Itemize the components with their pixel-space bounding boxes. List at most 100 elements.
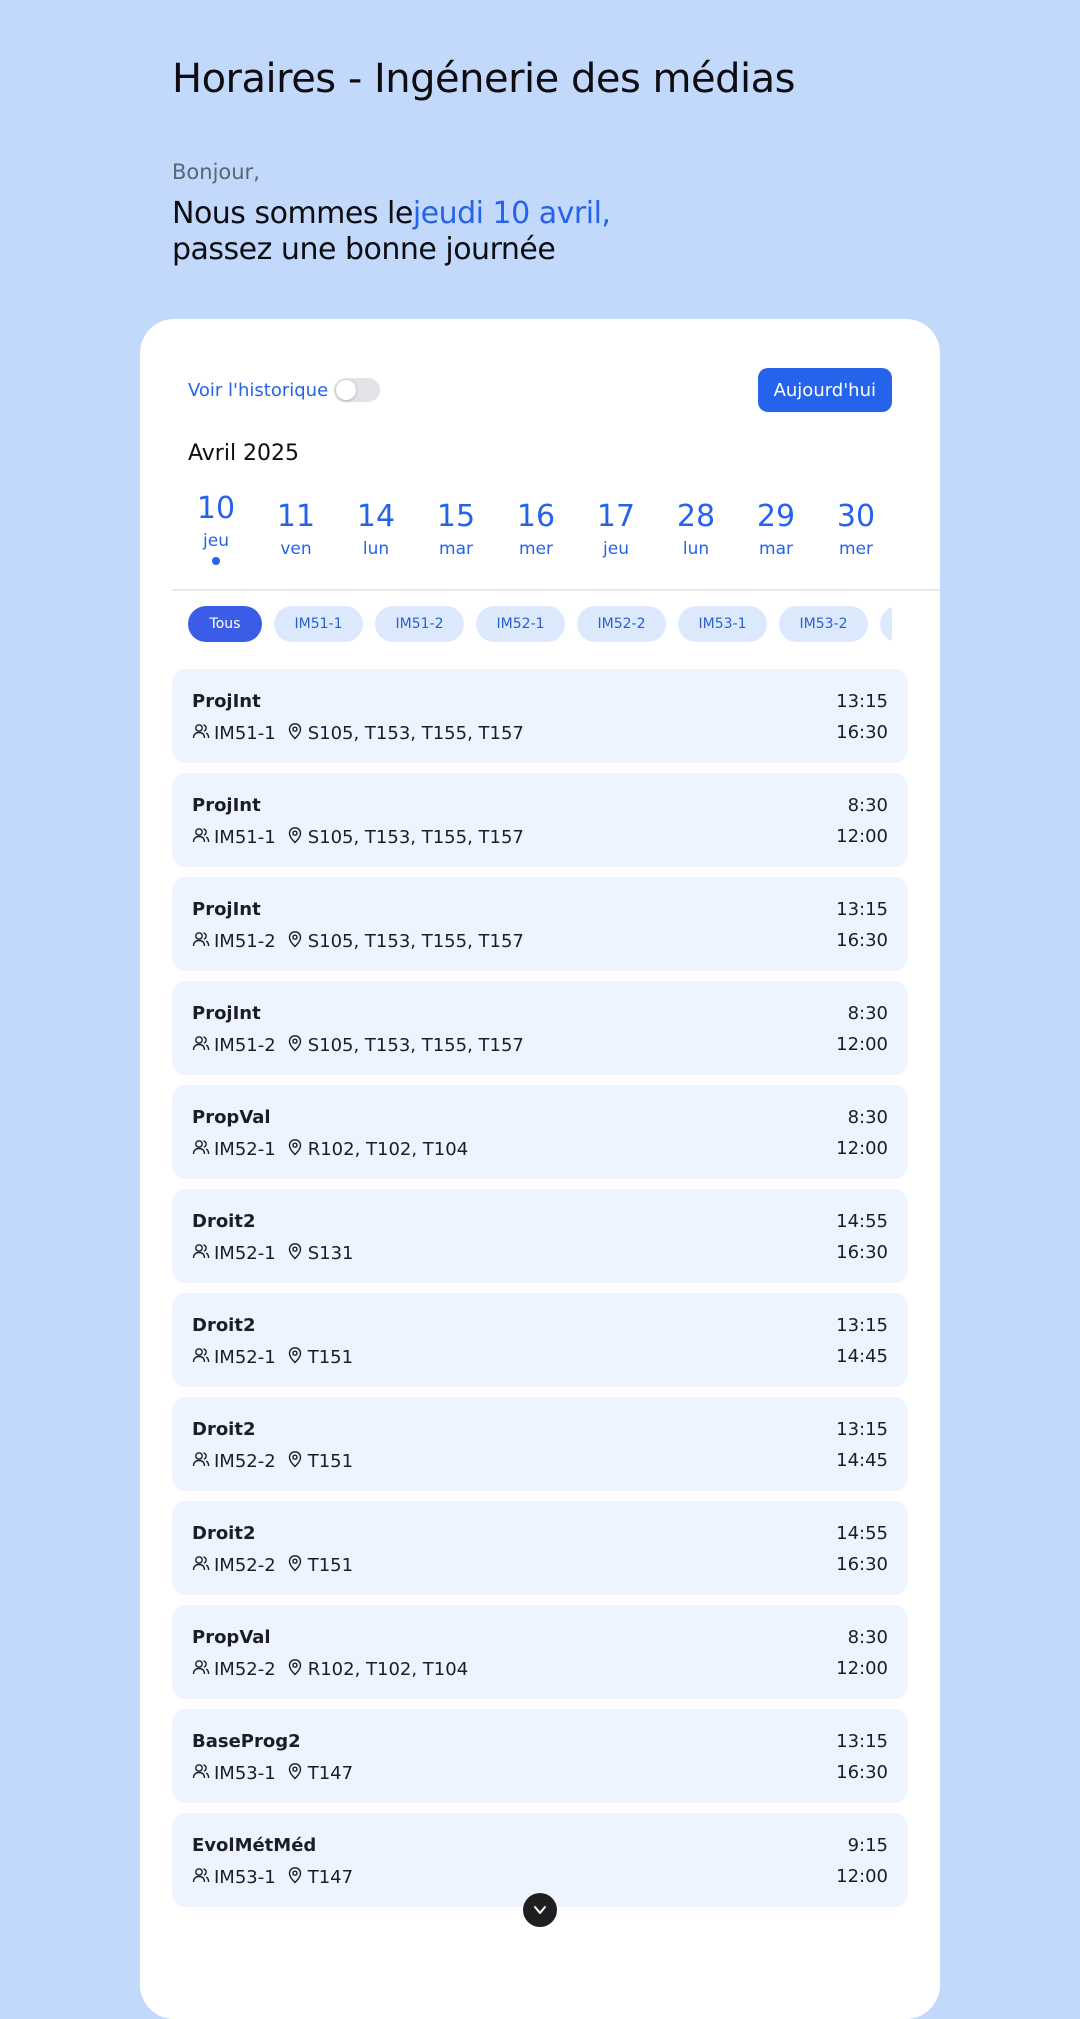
end-time: 16:30 bbox=[836, 1554, 888, 1575]
user-group-icon bbox=[192, 1034, 210, 1057]
current-date: jeudi 10 avril, bbox=[412, 196, 611, 231]
course-rooms: T151 bbox=[307, 1347, 354, 1368]
user-group-icon bbox=[192, 1554, 210, 1577]
course-group: IM52-1 bbox=[214, 1139, 276, 1160]
day-of-week: lun bbox=[682, 539, 710, 559]
greeting: Bonjour, bbox=[172, 160, 260, 184]
day-of-week: ven bbox=[280, 539, 312, 559]
filter-chip-im51-2[interactable]: IM51-2 bbox=[375, 606, 464, 642]
map-pin-icon bbox=[286, 1554, 304, 1577]
day-16[interactable]: 16 mer bbox=[496, 489, 576, 559]
end-time: 16:30 bbox=[836, 1762, 888, 1783]
course-name: BaseProg2 bbox=[192, 1731, 301, 1752]
filter-chip-im53-2[interactable]: IM53-2 bbox=[779, 606, 868, 642]
day-number: 15 bbox=[436, 499, 476, 534]
month-label: Avril 2025 bbox=[188, 441, 300, 466]
page-header: Horaires - Ingénerie des médias Bonjour,… bbox=[172, 56, 1020, 268]
day-number: 10 bbox=[196, 491, 236, 526]
event-card[interactable]: Droit2 IM52-1 S131 14:55 16:30 bbox=[172, 1189, 908, 1283]
event-card[interactable]: PropVal IM52-1 R102, T102, T104 8:30 12:00 bbox=[172, 1085, 908, 1179]
course-rooms: T147 bbox=[307, 1763, 354, 1784]
filter-chip-more[interactable] bbox=[880, 606, 892, 642]
group-filter: Tous IM51-1 IM51-2 IM52-1 IM52-2 IM53-1 IM53-2 bbox=[188, 606, 892, 642]
map-pin-icon bbox=[286, 722, 304, 745]
day-15[interactable]: 15 mar bbox=[416, 489, 496, 559]
date-suffix: passez une bonne journée bbox=[172, 232, 556, 267]
user-group-icon bbox=[192, 1242, 210, 1265]
end-time: 12:00 bbox=[836, 1658, 888, 1679]
filter-chip-im51-1[interactable]: IM51-1 bbox=[274, 606, 363, 642]
day-30[interactable]: 30 mer bbox=[816, 489, 896, 559]
start-time: 9:15 bbox=[847, 1835, 888, 1856]
course-details: IM53-1 T147 bbox=[192, 1762, 353, 1785]
day-29[interactable]: 29 mar bbox=[736, 489, 816, 559]
day-of-week: mar bbox=[439, 539, 473, 559]
end-time: 12:00 bbox=[836, 1866, 888, 1887]
user-group-icon bbox=[192, 722, 210, 745]
event-card[interactable]: PropVal IM52-2 R102, T102, T104 8:30 12:00 bbox=[172, 1605, 908, 1699]
course-rooms: S105, T153, T155, T157 bbox=[307, 931, 524, 952]
map-pin-icon bbox=[286, 826, 304, 849]
event-card[interactable]: Droit2 IM52-2 T151 14:55 16:30 bbox=[172, 1501, 908, 1595]
start-time: 14:55 bbox=[836, 1523, 888, 1544]
start-time: 8:30 bbox=[847, 1627, 888, 1648]
day-14[interactable]: 14 lun bbox=[336, 489, 416, 559]
user-group-icon bbox=[192, 1658, 210, 1681]
filter-chip-im52-1[interactable]: IM52-1 bbox=[476, 606, 565, 642]
filter-chip-im53-1[interactable]: IM53-1 bbox=[678, 606, 767, 642]
date-message: Nous sommes lejeudi 10 avril, passez une… bbox=[172, 196, 1020, 268]
today-button[interactable]: Aujourd'hui bbox=[757, 368, 892, 412]
day-of-week: jeu bbox=[203, 531, 229, 551]
course-details: IM52-2 T151 bbox=[192, 1554, 353, 1577]
course-details: IM52-1 S131 bbox=[192, 1242, 354, 1265]
toggle-knob bbox=[336, 380, 357, 400]
course-name: Droit2 bbox=[192, 1315, 256, 1336]
day-10[interactable]: 10 jeu bbox=[176, 489, 256, 565]
day-selector: 10 jeu 11 ven 14 lun 15 mar 16 mer 17 jeu 28 lun 29 mar… bbox=[172, 489, 940, 591]
day-17[interactable]: 17 jeu bbox=[576, 489, 656, 559]
end-time: 16:30 bbox=[836, 1242, 888, 1263]
history-toggle[interactable] bbox=[334, 378, 381, 402]
course-group: IM53-1 bbox=[214, 1867, 276, 1888]
map-pin-icon bbox=[286, 1866, 304, 1889]
event-card[interactable]: ProjInt IM51-1 S105, T153, T155, T157 8:30 1… bbox=[172, 773, 908, 867]
course-details: IM51-1 S105, T153, T155, T157 bbox=[192, 826, 524, 849]
map-pin-icon bbox=[286, 930, 304, 953]
course-rooms: T151 bbox=[307, 1555, 354, 1576]
user-group-icon bbox=[192, 1346, 210, 1369]
course-group: IM51-1 bbox=[214, 827, 276, 848]
start-time: 13:15 bbox=[836, 1315, 888, 1336]
map-pin-icon bbox=[286, 1658, 304, 1681]
course-rooms: T147 bbox=[307, 1867, 354, 1888]
day-of-week: mer bbox=[838, 539, 873, 559]
course-details: IM51-1 S105, T153, T155, T157 bbox=[192, 722, 524, 745]
day-number: 14 bbox=[356, 499, 396, 534]
event-card[interactable]: ProjInt IM51-1 S105, T153, T155, T157 13:15… bbox=[172, 669, 908, 763]
event-card[interactable]: Droit2 IM52-2 T151 13:15 14:45 bbox=[172, 1397, 908, 1491]
course-name: Droit2 bbox=[192, 1211, 256, 1232]
history-toggle-row[interactable]: Voir l'historique bbox=[188, 378, 381, 402]
course-details: IM53-1 T147 bbox=[192, 1866, 353, 1889]
day-28[interactable]: 28 lun bbox=[656, 489, 736, 559]
scroll-down-button[interactable] bbox=[523, 1893, 557, 1927]
day-of-week: mar bbox=[759, 539, 793, 559]
day-11[interactable]: 11 ven bbox=[256, 489, 336, 559]
event-card[interactable]: ProjInt IM51-2 S105, T153, T155, T157 13:15… bbox=[172, 877, 908, 971]
start-time: 8:30 bbox=[847, 1003, 888, 1024]
event-card[interactable]: ProjInt IM51-2 S105, T153, T155, T157 8:30 1… bbox=[172, 981, 908, 1075]
course-group: IM51-1 bbox=[214, 723, 276, 744]
filter-chip-tous[interactable]: Tous bbox=[188, 606, 262, 642]
user-group-icon bbox=[192, 1450, 210, 1473]
course-name: EvolMétMéd bbox=[192, 1835, 317, 1856]
start-time: 13:15 bbox=[836, 1731, 888, 1752]
event-card[interactable]: Droit2 IM52-1 T151 13:15 14:45 bbox=[172, 1293, 908, 1387]
event-card[interactable]: BaseProg2 IM53-1 T147 13:15 16:30 bbox=[172, 1709, 908, 1803]
map-pin-icon bbox=[286, 1034, 304, 1057]
course-rooms: R102, T102, T104 bbox=[307, 1659, 469, 1680]
map-pin-icon bbox=[286, 1346, 304, 1369]
page-title: Horaires - Ingénerie des médias bbox=[172, 56, 795, 102]
filter-chip-im52-2[interactable]: IM52-2 bbox=[577, 606, 666, 642]
day-number: 29 bbox=[756, 499, 796, 534]
day-number: 16 bbox=[516, 499, 556, 534]
course-rooms: T151 bbox=[307, 1451, 354, 1472]
